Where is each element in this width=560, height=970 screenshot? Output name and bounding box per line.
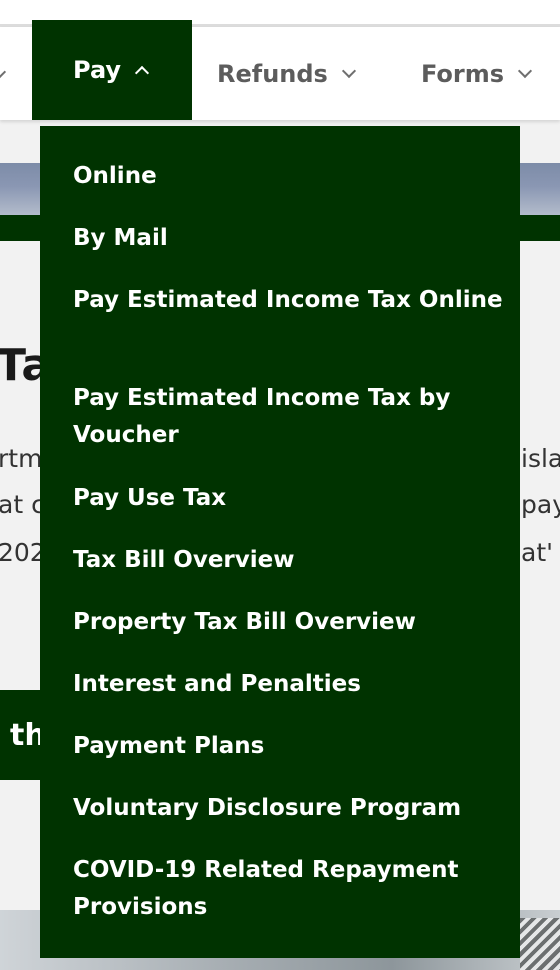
body-text: at c	[0, 490, 45, 519]
menu-item-covid-19-related-repayment-provisions[interactable]: COVID-19 Related Repayment Provisions	[73, 852, 503, 926]
body-text: isla	[521, 444, 560, 473]
body-text: rtm	[0, 444, 43, 473]
nav-item-pay[interactable]: Pay	[32, 20, 192, 120]
menu-item-pay-estimated-income-tax-online[interactable]: Pay Estimated Income Tax Online	[73, 282, 503, 319]
menu-item-online[interactable]: Online	[73, 158, 503, 195]
nav-item-refunds[interactable]: Refunds	[217, 27, 356, 120]
body-text: at'	[521, 538, 553, 567]
menu-item-property-tax-bill-overview[interactable]: Property Tax Bill Overview	[73, 604, 503, 641]
menu-item-pay-estimated-income-tax-by-voucher[interactable]: Pay Estimated Income Tax by Voucher	[73, 380, 503, 454]
menu-item-interest-and-penalties[interactable]: Interest and Penalties	[73, 666, 503, 703]
nav-item-label: Forms	[421, 59, 505, 88]
menu-item-pay-use-tax[interactable]: Pay Use Tax	[73, 480, 503, 517]
menu-item-payment-plans[interactable]: Payment Plans	[73, 728, 503, 765]
menu-item-tax-bill-overview[interactable]: Tax Bill Overview	[73, 542, 503, 579]
pay-dropdown-menu: Online By Mail Pay Estimated Income Tax …	[40, 126, 520, 958]
menu-item-voluntary-disclosure-program[interactable]: Voluntary Disclosure Program	[73, 790, 503, 827]
chevron-down-icon[interactable]	[0, 64, 7, 80]
chevron-down-icon	[341, 63, 356, 78]
nav-item-label: Pay	[73, 56, 122, 84]
body-text: 202	[0, 538, 46, 567]
menu-item-by-mail[interactable]: By Mail	[73, 220, 503, 257]
nav-item-forms[interactable]: Forms	[421, 27, 533, 120]
nav-item-label: Refunds	[217, 59, 328, 88]
body-text: pay	[521, 490, 560, 519]
chevron-down-icon	[517, 63, 533, 78]
chevron-up-icon	[134, 65, 150, 81]
main-nav: Pay Refunds Forms	[0, 20, 560, 120]
